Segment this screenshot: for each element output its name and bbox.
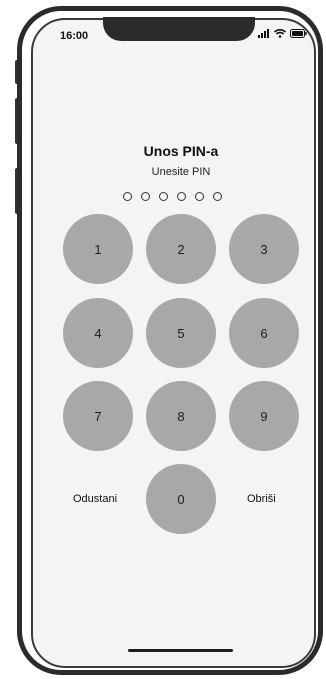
pin-dot [177,192,186,201]
status-time: 16:00 [60,30,89,42]
key-2[interactable]: 2 [146,214,216,284]
phone-mockup: 16:00 Unos PIN-a Unesite PIN 1 2 3 4 5 6… [0,0,326,679]
page-subtitle: Unesite PIN [151,166,211,178]
key-3[interactable]: 3 [229,214,299,284]
key-9[interactable]: 9 [229,381,299,451]
pin-dot [141,192,150,201]
key-8[interactable]: 8 [146,381,216,451]
pin-dot [159,192,168,201]
pin-indicator [123,192,222,201]
pin-dot [213,192,222,201]
key-1[interactable]: 1 [63,214,133,284]
key-5[interactable]: 5 [146,298,216,368]
page-title: Unos PIN-a [143,143,219,159]
key-4[interactable]: 4 [63,298,133,368]
cancel-button[interactable]: Odustani [73,493,117,505]
status-icons [258,29,307,38]
key-7[interactable]: 7 [63,381,133,451]
pin-dot [123,192,132,201]
key-0[interactable]: 0 [146,464,216,534]
battery-icon [290,29,307,38]
wifi-icon [274,29,286,38]
delete-button[interactable]: Obriši [247,493,276,505]
pin-dot [195,192,204,201]
signal-icon [258,29,269,38]
key-6[interactable]: 6 [229,298,299,368]
notch [103,17,255,41]
home-indicator[interactable] [128,649,233,652]
